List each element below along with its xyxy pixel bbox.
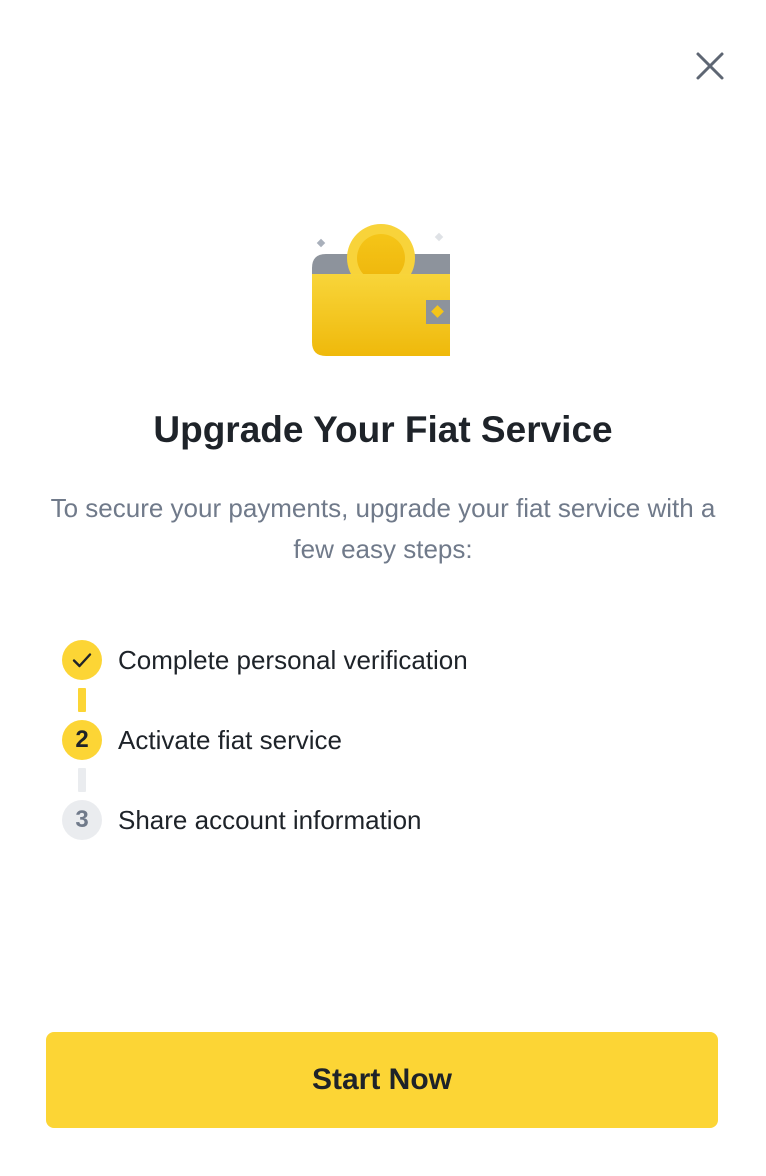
step-indicator-active: 2 — [62, 720, 102, 760]
start-now-button[interactable]: Start Now — [46, 1032, 718, 1128]
upgrade-fiat-modal: Upgrade Your Fiat Service To secure your… — [0, 0, 766, 1176]
step-label: Activate fiat service — [118, 725, 342, 755]
step-item: Complete personal verification — [62, 640, 712, 720]
close-icon — [696, 52, 724, 80]
step-item: 2 Activate fiat service — [62, 720, 712, 800]
step-indicator-pending: 3 — [62, 800, 102, 840]
check-icon — [72, 653, 92, 668]
steps-list: Complete personal verification 2 Activat… — [62, 640, 712, 880]
modal-subtitle: To secure your payments, upgrade your fi… — [50, 493, 716, 564]
step-connector — [78, 688, 86, 712]
close-button[interactable] — [690, 46, 730, 86]
step-indicator-completed — [62, 640, 102, 680]
step-item: 3 Share account information — [62, 800, 712, 880]
step-connector — [78, 768, 86, 792]
step-label: Complete personal verification — [118, 645, 468, 675]
step-label: Share account information — [118, 805, 422, 835]
wallet-coin-icon — [306, 222, 456, 362]
modal-title: Upgrade Your Fiat Service — [153, 409, 613, 450]
